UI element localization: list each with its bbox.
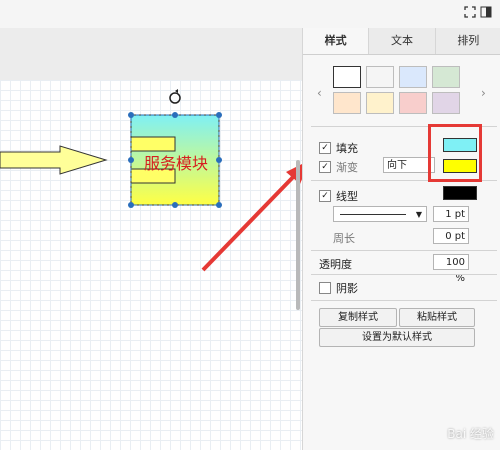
yellow-arrow-shape[interactable] (0, 145, 108, 175)
perimeter-label: 周长 (333, 232, 355, 245)
gradient-checkbox[interactable]: ✓ (319, 161, 331, 173)
chevron-left-icon[interactable]: ‹ (317, 86, 322, 100)
swatch[interactable] (432, 66, 460, 88)
paste-style-button[interactable]: 粘贴样式 (399, 308, 475, 327)
annotation-highlight-box (428, 124, 482, 182)
fill-checkbox[interactable]: ✓ (319, 142, 331, 154)
top-bar (0, 0, 500, 29)
gradient-label: 渐变 (336, 161, 358, 174)
copy-style-button[interactable]: 复制样式 (319, 308, 397, 327)
swatch[interactable] (432, 92, 460, 114)
opacity-label: 透明度 (319, 258, 352, 271)
fullscreen-icon[interactable] (464, 6, 476, 18)
set-default-style-button[interactable]: 设置为默认样式 (319, 328, 475, 347)
diagram-canvas[interactable]: 服务模块 (0, 80, 302, 450)
swatch[interactable] (366, 66, 394, 88)
canvas-header (0, 28, 302, 81)
fill-row: ✓ 填充 (319, 140, 358, 156)
swatch[interactable] (333, 66, 361, 88)
opacity-input[interactable]: 100 % (433, 254, 469, 284)
tab-style[interactable]: 样式 (303, 28, 370, 54)
line-checkbox[interactable]: ✓ (319, 190, 331, 202)
format-panel: 样式 文本 排列 ‹ › ✓ 填充 ✓ 渐变 向下 ✓ 线型 ▼ 1 pt 周长… (302, 28, 500, 450)
perimeter-input[interactable]: 0 pt (433, 228, 469, 244)
panel-tabs: 样式 文本 排列 (303, 28, 500, 55)
shape-label: 服务模块 (143, 154, 208, 173)
canvas-scrollbar[interactable] (296, 160, 300, 310)
divider (311, 250, 497, 251)
shadow-checkbox[interactable] (319, 282, 331, 294)
chevron-right-icon[interactable]: › (481, 86, 486, 100)
canvas-drawing (0, 89, 302, 272)
tab-arrange[interactable]: 排列 (435, 28, 500, 54)
line-style-preview (340, 214, 406, 215)
swatch[interactable] (366, 92, 394, 114)
fill-label: 填充 (336, 142, 358, 155)
swatch[interactable] (399, 92, 427, 114)
divider (311, 300, 497, 301)
swatch[interactable] (399, 66, 427, 88)
divider (311, 274, 497, 275)
shadow-row: 阴影 (319, 280, 358, 296)
line-color-button[interactable] (443, 186, 477, 200)
line-style-select[interactable]: ▼ (333, 206, 427, 222)
swatch[interactable] (333, 92, 361, 114)
line-label: 线型 (336, 190, 358, 203)
gradient-row: ✓ 渐变 (319, 159, 358, 175)
line-width-input[interactable]: 1 pt (433, 206, 469, 222)
dropdown-arrow-icon: ▼ (415, 210, 422, 219)
style-swatches (333, 66, 460, 114)
shadow-label: 阴影 (336, 282, 358, 295)
panel-toggle-icon[interactable] (480, 6, 492, 18)
component-port-top (130, 136, 176, 152)
rotate-handle-icon[interactable] (169, 89, 181, 104)
watermark: Bai 经验 (447, 427, 494, 441)
line-row: ✓ 线型 (319, 188, 358, 204)
tab-text[interactable]: 文本 (369, 28, 436, 54)
